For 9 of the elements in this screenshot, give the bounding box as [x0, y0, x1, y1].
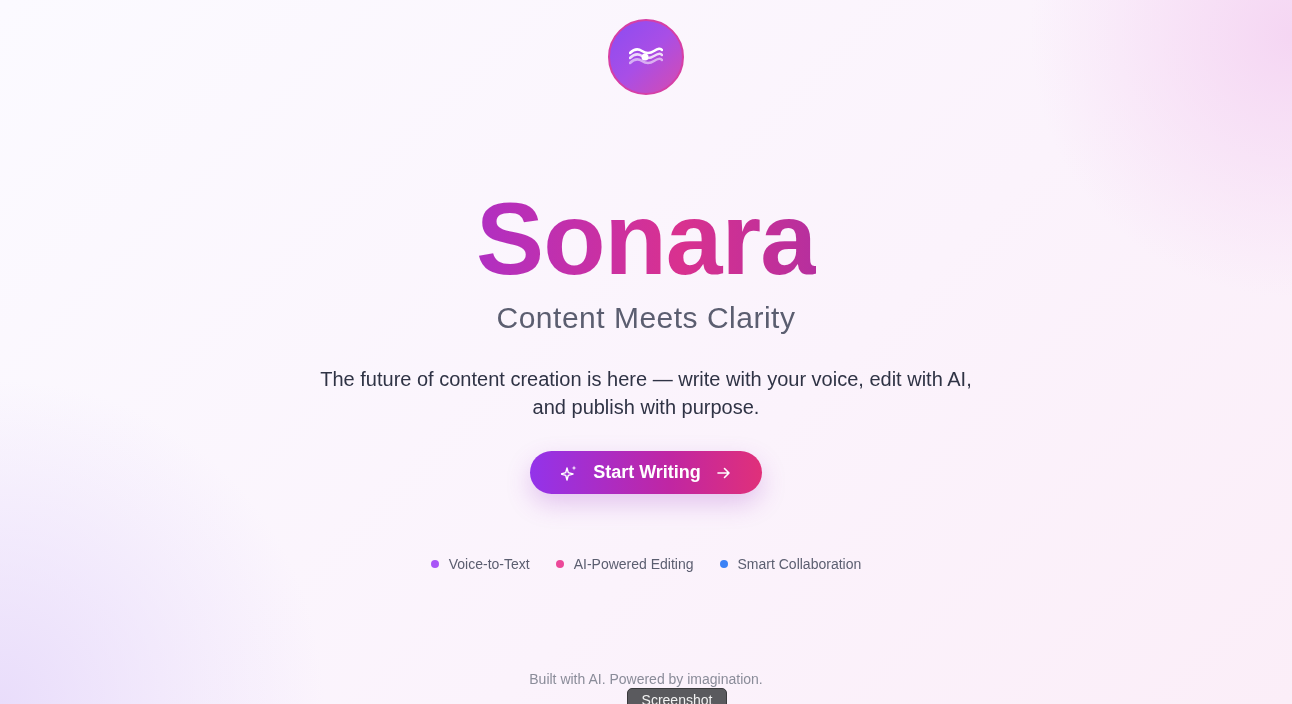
sparkle-icon	[561, 464, 578, 481]
start-writing-button[interactable]: Start Writing	[530, 451, 762, 495]
feature-label: Smart Collaboration	[737, 556, 862, 573]
tagline: Content Meets Clarity	[496, 301, 796, 336]
footer-text: Built with AI. Powered by imagination.	[529, 671, 763, 687]
feature-label: Voice-to-Text	[448, 556, 530, 573]
feature-label: AI-Powered Editing	[573, 556, 694, 573]
description: The future of content creation is here — write with your voice, edit with AI, and publish with purpose.	[319, 367, 973, 421]
arrow-right-icon	[716, 466, 731, 479]
